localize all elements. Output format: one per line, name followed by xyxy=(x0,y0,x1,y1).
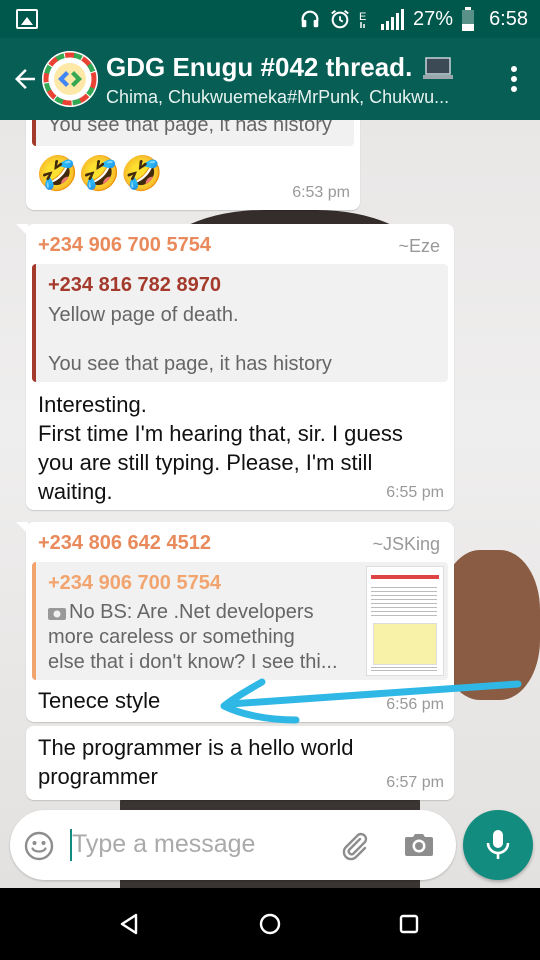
signal-icon: E xyxy=(359,9,405,30)
sender-alias: ~Eze xyxy=(398,236,440,256)
chat-header: GDG Enugu #042 thread. Chima, Chukwuemek… xyxy=(0,38,540,120)
quoted-message[interactable]: +234 816 782 8970 Yellow page of death. … xyxy=(32,264,448,382)
more-vert-icon[interactable] xyxy=(510,66,518,94)
sender-alias: ~JSKing xyxy=(372,534,440,554)
laptop-icon xyxy=(422,57,453,80)
message-line: First time I'm hearing that, sir. I gues… xyxy=(38,421,403,446)
message-input[interactable]: Type a message xyxy=(72,830,255,859)
quoted-line-text: No BS: Are .Net developers xyxy=(69,601,314,623)
emoji-icon[interactable] xyxy=(24,831,54,861)
headphones-icon xyxy=(301,10,319,28)
quoted-sender: +234 906 700 5754 xyxy=(48,572,221,594)
quoted-sender: +234 816 782 8970 xyxy=(48,274,221,296)
quoted-text: You see that page, it has history xyxy=(48,353,332,375)
quoted-thumbnail xyxy=(366,566,444,676)
message-composer[interactable]: Type a message xyxy=(10,810,456,880)
chat-title[interactable]: GDG Enugu #042 thread. xyxy=(106,52,454,83)
message-time: 6:57 pm xyxy=(386,774,444,791)
quoted-line: more careless or something xyxy=(48,626,295,648)
mic-button[interactable] xyxy=(463,810,533,880)
camera-icon[interactable] xyxy=(404,832,434,858)
status-bar: E 27% 6:58 xyxy=(0,0,540,38)
battery-percent: 27% xyxy=(413,7,454,30)
message-line: programmer xyxy=(38,764,158,789)
quoted-text: You see that page, it has history xyxy=(48,120,332,136)
message-text: Interesting. First time I'm hearing that… xyxy=(38,390,403,506)
nav-back-icon[interactable] xyxy=(118,912,140,936)
gallery-icon xyxy=(16,9,38,29)
clock: 6:58 xyxy=(489,7,528,30)
back-arrow-icon[interactable] xyxy=(10,64,40,94)
quoted-message[interactable]: You see that page, it has history xyxy=(32,120,354,146)
sender-number[interactable]: +234 806 642 4512 xyxy=(38,532,211,555)
quoted-text: Yellow page of death. xyxy=(48,304,239,326)
chat-area[interactable]: You see that page, it has history 🤣🤣🤣 6:… xyxy=(0,120,540,888)
battery-icon xyxy=(462,7,475,31)
message-bubble[interactable]: You see that page, it has history 🤣🤣🤣 6:… xyxy=(26,120,360,210)
sender-number[interactable]: +234 906 700 5754 xyxy=(38,234,211,257)
group-avatar[interactable] xyxy=(42,51,98,107)
emoji-row: 🤣🤣🤣 xyxy=(36,154,164,194)
chat-participants[interactable]: Chima, Chukwuemeka#MrPunk, Chukwu... xyxy=(106,87,476,108)
mic-icon xyxy=(486,830,510,859)
message-line: you are still typing. Please, I'm still xyxy=(38,450,373,475)
message-line: Interesting. xyxy=(38,392,147,417)
nav-home-icon[interactable] xyxy=(258,912,282,936)
message-time: 6:55 pm xyxy=(386,484,444,501)
annotation-arrow xyxy=(220,678,522,724)
quoted-message[interactable]: +234 906 700 5754 No BS: Are .Net develo… xyxy=(32,562,448,680)
svg-text:E: E xyxy=(359,11,366,23)
system-nav-bar xyxy=(0,888,540,960)
chat-title-text: GDG Enugu #042 thread. xyxy=(106,52,413,82)
message-bubble[interactable]: +234 906 700 5754 ~Eze +234 816 782 8970… xyxy=(16,224,454,510)
message-line: waiting. xyxy=(38,479,113,504)
nav-recents-icon[interactable] xyxy=(398,912,420,936)
message-text: The programmer is a hello world programm… xyxy=(38,733,353,791)
alarm-icon xyxy=(331,9,349,29)
quoted-text: No BS: Are .Net developers more careless… xyxy=(48,600,348,675)
quoted-line: No BS: Are .Net developers xyxy=(48,600,348,625)
attach-icon[interactable] xyxy=(338,830,370,862)
camera-icon xyxy=(48,607,66,620)
message-text: Tenece style xyxy=(38,688,161,713)
message-time: 6:53 pm xyxy=(292,184,350,201)
